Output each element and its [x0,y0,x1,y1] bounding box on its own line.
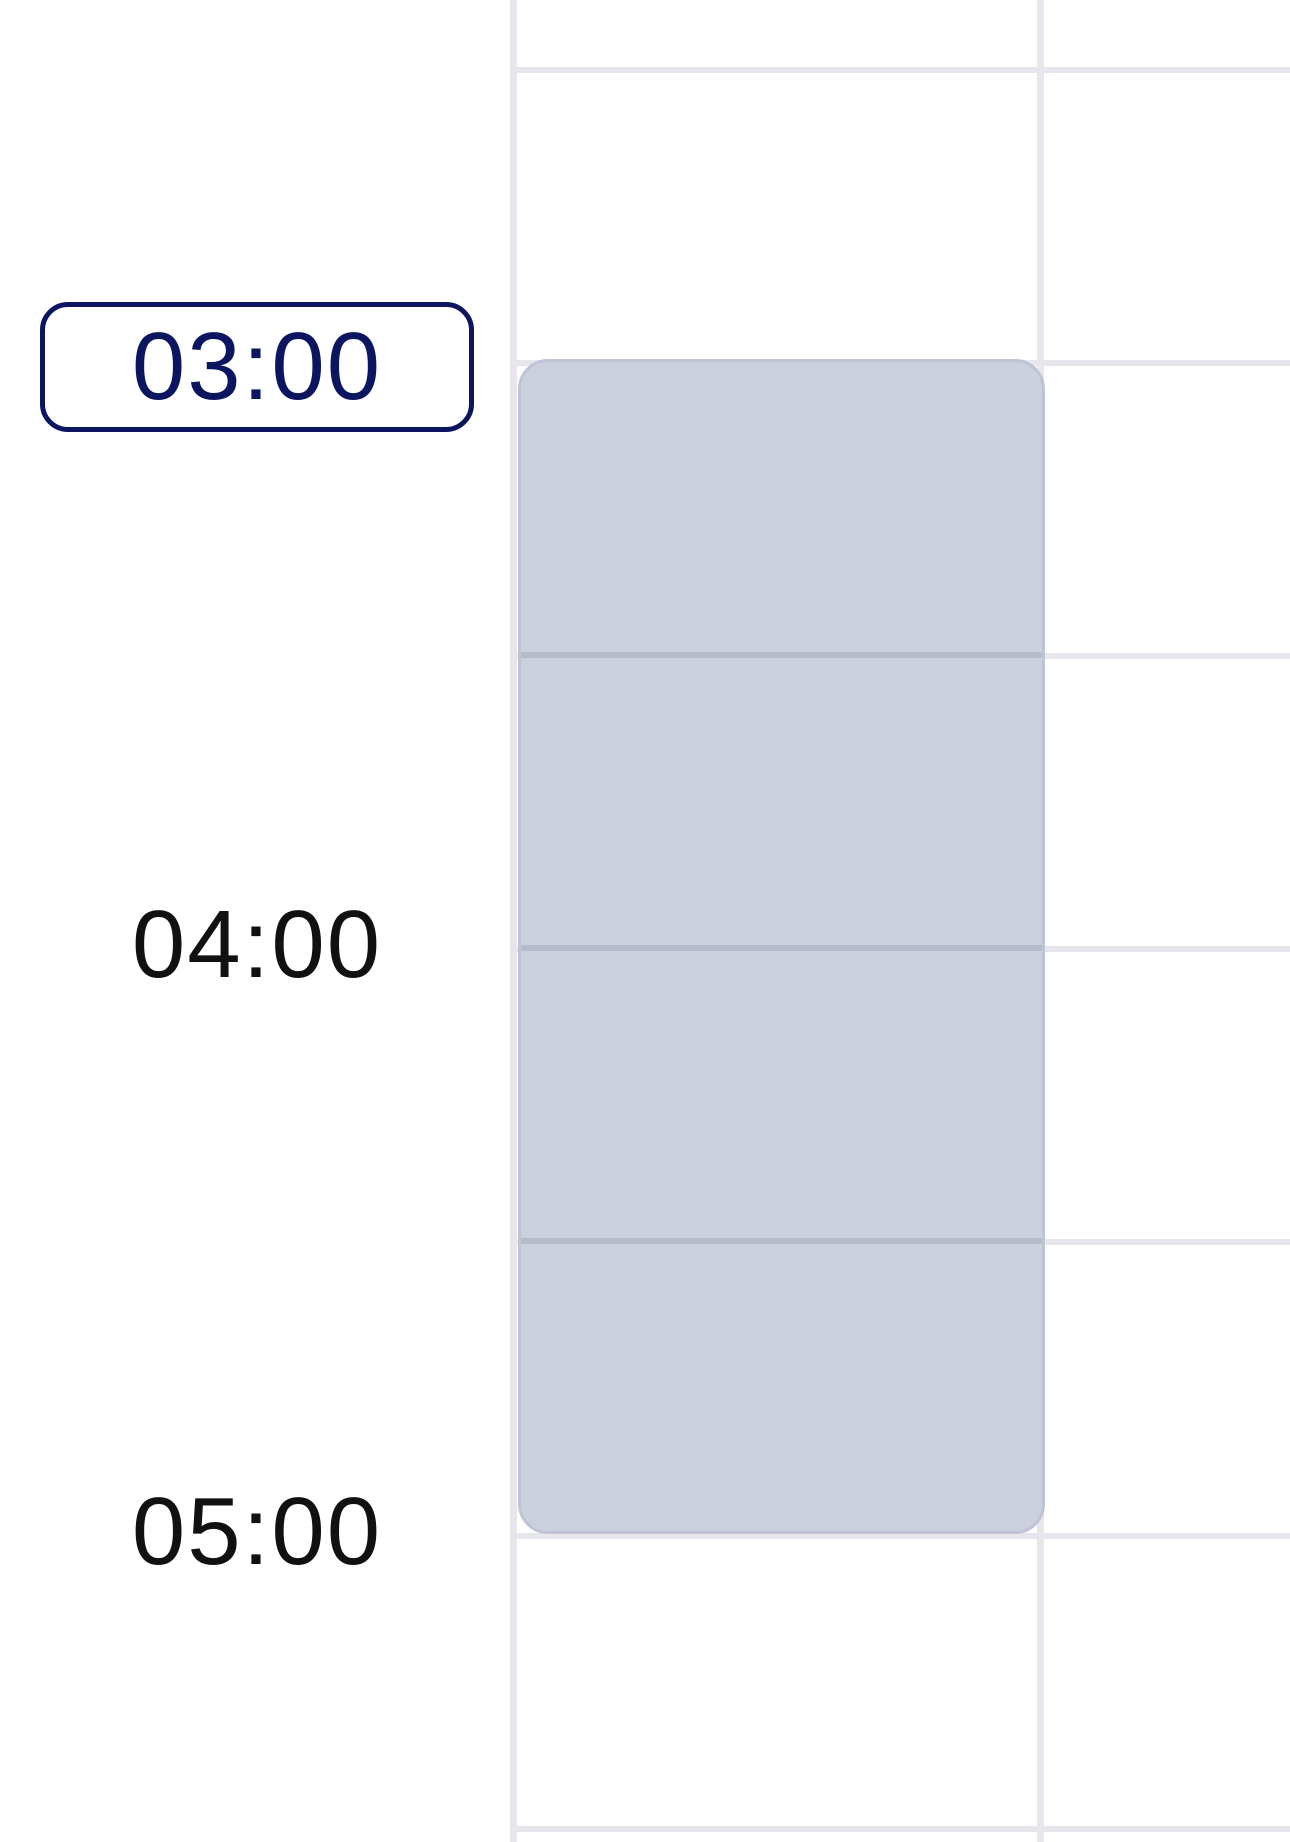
slot-divider [521,945,1042,951]
time-label: 05:00 [131,1478,383,1585]
calendar-grid [510,0,1290,1842]
slot-divider [521,652,1042,658]
time-gutter: 03:00 04:00 05:00 [0,0,510,1842]
time-label: 04:00 [131,891,383,998]
slot-divider [521,1238,1042,1244]
day-column[interactable] [510,0,1045,1842]
selected-time-block[interactable] [518,359,1045,1534]
time-label-current: 03:00 [40,302,474,432]
day-column[interactable] [1044,0,1290,1842]
calendar-day-view: 03:00 04:00 05:00 [0,0,1290,1842]
